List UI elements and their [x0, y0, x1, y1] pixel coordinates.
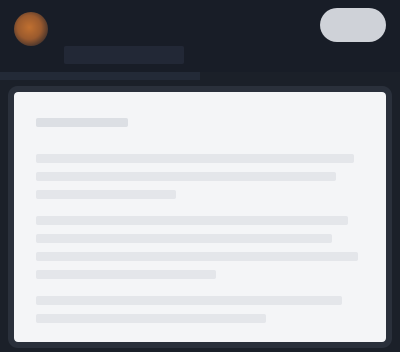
top-bar: [0, 0, 400, 72]
text-line: [36, 252, 358, 261]
text-line: [36, 216, 348, 225]
nav-tab[interactable]: [64, 46, 184, 64]
text-line: [36, 296, 342, 305]
logo-icon[interactable]: [14, 12, 48, 46]
text-line: [36, 314, 266, 323]
text-line: [36, 154, 354, 163]
text-line: [36, 190, 176, 199]
text-line: [36, 270, 216, 279]
text-line: [36, 234, 332, 243]
app-title: [62, 20, 192, 38]
content-card: [14, 92, 386, 342]
card-heading: [36, 118, 128, 127]
tab-strip: [0, 72, 200, 80]
text-line: [36, 172, 336, 181]
header-action-button[interactable]: [320, 8, 386, 42]
